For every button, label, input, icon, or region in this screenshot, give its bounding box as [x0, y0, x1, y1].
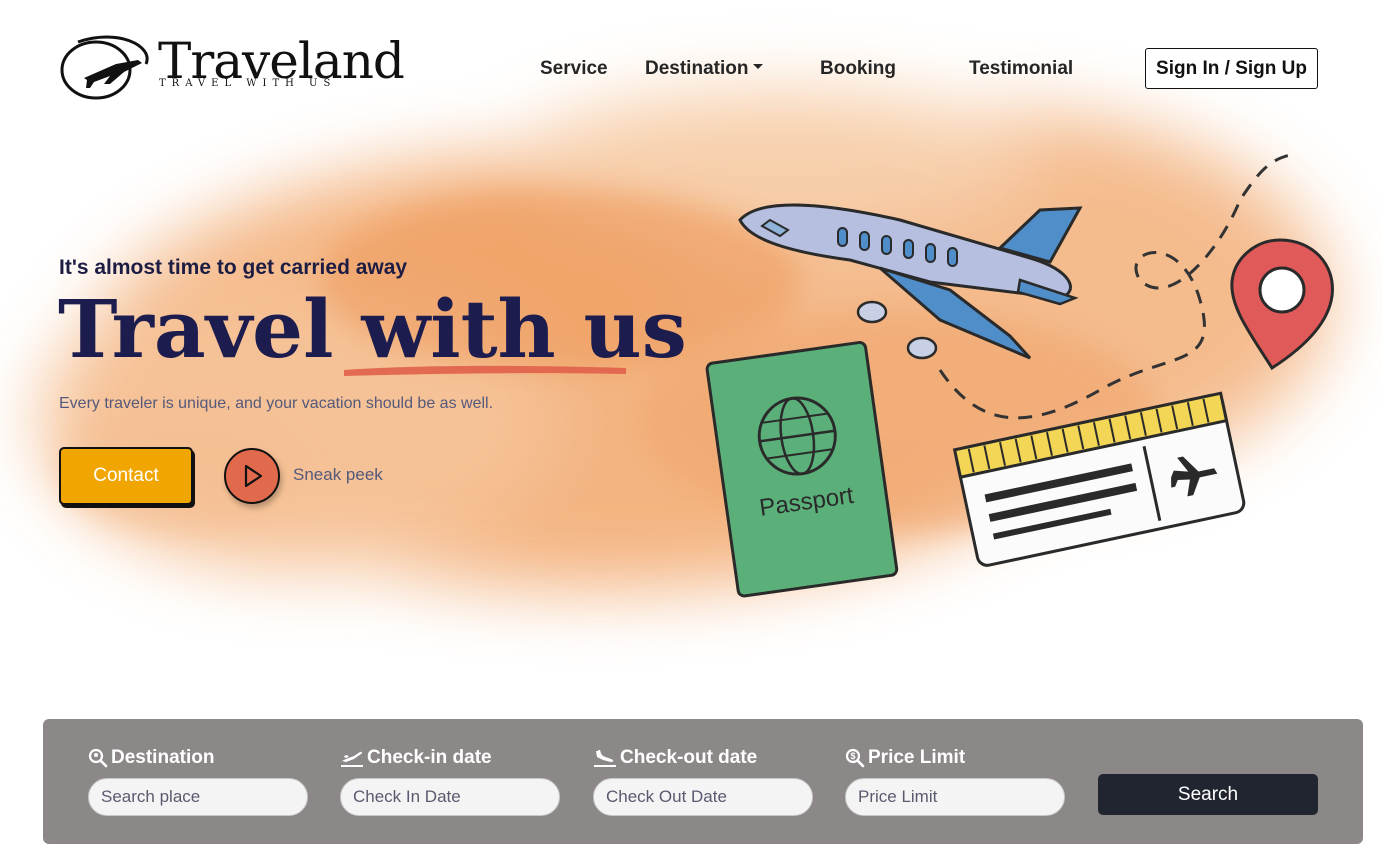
- hero-subtitle: Every traveler is unique, and your vacat…: [59, 395, 494, 412]
- nav-destination-label: Destination: [645, 58, 749, 79]
- checkin-label: Check-in date: [340, 747, 560, 769]
- price-label-text: Price Limit: [868, 747, 966, 768]
- hero-title: Travel with us: [58, 282, 687, 376]
- brand-tagline: TRAVEL WITH US: [159, 78, 337, 89]
- ticket-drawing: [952, 391, 1246, 567]
- checkout-field: Check-out date: [593, 747, 813, 816]
- passport-drawing: Passport: [705, 341, 899, 598]
- travel-illustration: Passport: [705, 153, 1334, 598]
- nav-service[interactable]: Service: [540, 58, 608, 80]
- hero-kicker: It's almost time to get carried away: [59, 256, 408, 279]
- price-field: $ Price Limit: [845, 747, 1065, 816]
- plane-departure-icon: [341, 751, 363, 767]
- destination-input[interactable]: [88, 778, 308, 816]
- svg-text:$: $: [850, 751, 855, 761]
- airplane-drawing: [738, 203, 1083, 360]
- sneak-peek-link[interactable]: Sneak peek: [293, 465, 383, 485]
- location-pin-drawing: [1230, 238, 1334, 371]
- checkout-label-text: Check-out date: [620, 747, 758, 768]
- brand-logo[interactable]: Traveland TRAVEL WITH US: [58, 32, 405, 104]
- contact-button[interactable]: Contact: [59, 447, 193, 505]
- airplane-globe-logo-icon: [60, 35, 149, 100]
- plane-arrival-icon: [594, 750, 616, 767]
- destination-field: Destination: [88, 747, 308, 816]
- checkin-label-text: Check-in date: [367, 747, 492, 768]
- checkout-label: Check-out date: [593, 747, 813, 769]
- search-location-icon: [88, 748, 108, 768]
- checkout-input[interactable]: [593, 778, 813, 816]
- checkin-input[interactable]: [340, 778, 560, 816]
- search-dollar-icon: $: [845, 748, 865, 768]
- destination-label-text: Destination: [111, 747, 215, 768]
- signin-button[interactable]: Sign In / Sign Up: [1145, 48, 1318, 89]
- nav-booking[interactable]: Booking: [820, 58, 896, 80]
- chevron-down-icon: [753, 64, 764, 70]
- search-panel: Destination Check-in date Check-out date: [43, 719, 1363, 844]
- play-icon: [244, 464, 263, 488]
- nav-testimonial[interactable]: Testimonial: [969, 58, 1073, 80]
- play-button[interactable]: [224, 448, 280, 504]
- search-button[interactable]: Search: [1098, 774, 1318, 815]
- checkin-field: Check-in date: [340, 747, 560, 816]
- nav-destination[interactable]: Destination: [645, 58, 764, 80]
- price-input[interactable]: [845, 778, 1065, 816]
- destination-label: Destination: [88, 747, 308, 769]
- price-label: $ Price Limit: [845, 747, 1065, 769]
